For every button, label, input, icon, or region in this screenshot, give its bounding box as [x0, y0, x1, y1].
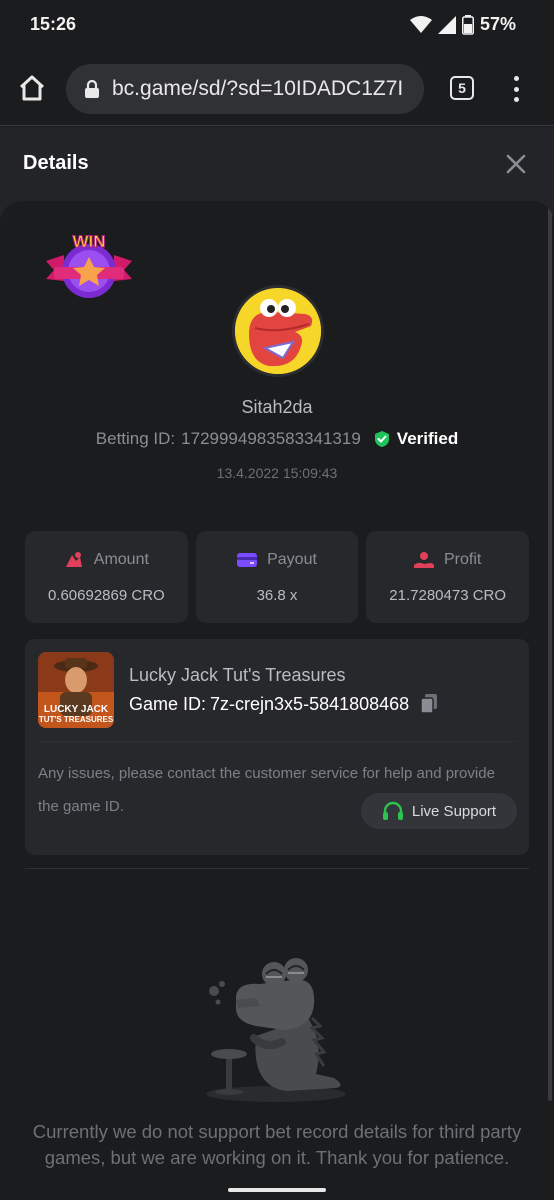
- section-divider: [25, 868, 529, 869]
- stat-payout-value: 36.8 x: [256, 586, 298, 604]
- status-icons: 57%: [409, 14, 516, 35]
- game-id-value: 7z-crejn3x5-5841808468: [210, 693, 410, 714]
- verified-icon: [374, 431, 389, 447]
- betting-id-row: Betting ID: 1729994983583341319 Verified: [0, 429, 554, 449]
- browser-toolbar: bc.game/sd/?sd=10IDADC1Z7I 5: [0, 50, 554, 126]
- win-badge: WIN: [46, 232, 132, 298]
- sleepy-crocodile-illustration: [206, 958, 346, 1102]
- signal-icon: [437, 15, 456, 34]
- profit-icon: [414, 551, 434, 568]
- status-time: 15:26: [30, 14, 77, 34]
- home-icon[interactable]: [16, 72, 48, 104]
- betting-id-value[interactable]: 1729994983583341319: [181, 429, 361, 449]
- battery-percent: 57%: [479, 14, 516, 34]
- crocodile-avatar-icon: [235, 288, 321, 374]
- unsupported-message: Currently we do not support bet record d…: [32, 1121, 522, 1168]
- live-support-label: Live Support: [411, 802, 497, 820]
- status-bar: 15:26 57%: [0, 0, 554, 50]
- amount-icon: [65, 551, 82, 567]
- stat-amount-label: Amount: [93, 550, 149, 568]
- divider: [38, 741, 516, 742]
- verified-label: Verified: [396, 429, 459, 448]
- payout-icon: [237, 552, 258, 567]
- lock-icon: [85, 80, 99, 98]
- game-name[interactable]: Lucky Jack Tut's Treasures: [129, 665, 346, 686]
- stat-profit-value: 21.7280473 CRO: [389, 586, 507, 604]
- page-title: Details: [23, 152, 89, 174]
- stat-payout: Payout 36.8 x: [195, 531, 359, 623]
- bet-stats: Amount 0.60692869 CRO Payout 36.8 x Prof…: [25, 531, 530, 623]
- svg-text:TUT'S TREASURES: TUT'S TREASURES: [39, 715, 114, 724]
- username: Sitah2da: [241, 397, 313, 417]
- scrollbar[interactable]: [548, 201, 552, 1101]
- game-id-label: Game ID:: [129, 693, 207, 714]
- copy-icon[interactable]: [419, 693, 439, 715]
- page: Details WIN Sitah2da Betting ID: 1729994…: [0, 127, 554, 1200]
- svg-text:LUCKY JACK: LUCKY JACK: [44, 704, 109, 715]
- gesture-nav-bar[interactable]: [228, 1188, 326, 1192]
- wifi-icon: [409, 15, 432, 33]
- stat-amount: Amount 0.60692869 CRO: [25, 531, 188, 623]
- game-id-row: Game ID: 7z-crejn3x5-5841808468: [129, 693, 439, 715]
- stat-amount-value: 0.60692869 CRO: [47, 586, 165, 604]
- overflow-menu-button[interactable]: [506, 74, 526, 104]
- battery-icon: [461, 14, 474, 35]
- stat-payout-label: Payout: [267, 550, 317, 568]
- avatar: [232, 285, 324, 377]
- svg-text:WIN: WIN: [72, 232, 105, 251]
- tab-switcher-button[interactable]: 5: [450, 76, 474, 100]
- game-card: LUCKY JACK TUT'S TREASURES Lucky Jack Tu…: [25, 639, 529, 855]
- headset-icon: [382, 801, 403, 820]
- url-text: bc.game/sd/?sd=10IDADC1Z7I: [112, 77, 404, 100]
- stat-profit: Profit 21.7280473 CRO: [366, 531, 530, 623]
- details-sheet: WIN Sitah2da Betting ID: 172999498358334…: [0, 201, 554, 1200]
- details-header: Details: [0, 127, 554, 197]
- game-thumbnail-image: LUCKY JACK TUT'S TREASURES: [38, 652, 114, 728]
- close-icon[interactable]: [505, 153, 527, 175]
- betting-id-label: Betting ID:: [95, 429, 176, 448]
- live-support-button[interactable]: Live Support: [361, 793, 517, 829]
- stat-profit-label: Profit: [444, 550, 482, 568]
- bet-timestamp: 13.4.2022 15:09:43: [216, 465, 338, 481]
- address-bar[interactable]: bc.game/sd/?sd=10IDADC1Z7I: [66, 64, 424, 114]
- game-thumbnail[interactable]: LUCKY JACK TUT'S TREASURES: [38, 652, 114, 728]
